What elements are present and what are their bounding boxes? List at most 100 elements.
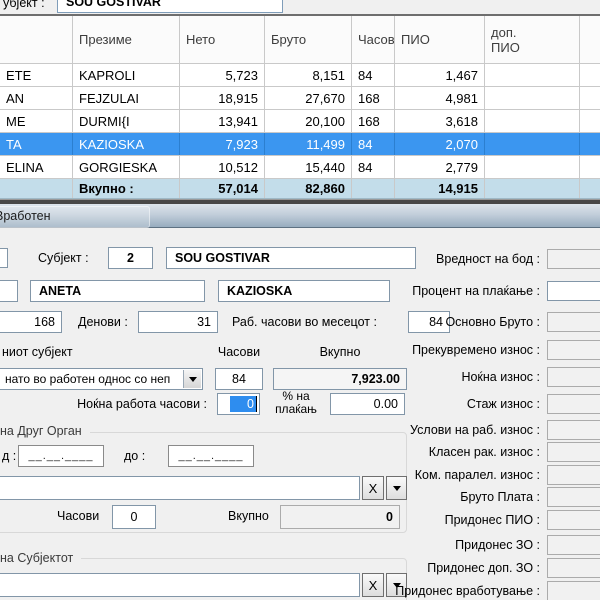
total-label: Вкупно : [73,179,180,198]
cell-hours: 168 [352,110,395,132]
total-pio: 14,915 [395,179,485,198]
total-hours [352,179,395,198]
table-row[interactable]: AN FEJZULAI 18,915 27,670 168 4,981 [0,87,600,110]
date-from-label: д : [2,449,16,463]
cell-hours: 84 [352,156,395,178]
additional-health-contribution-field [547,558,600,578]
total-bruto: 82,860 [265,179,352,198]
header-hours[interactable]: Часов [352,16,395,63]
payroll-app-window: убјект : SOU GOSTIVAR Презиме Нето Бруто… [0,0,600,600]
days-label: Денови : [78,315,128,329]
right-field-label: Стаж износ : [350,397,540,411]
employee-table: Презиме Нето Бруто Часов ПИО доп. ПИО ET… [0,16,600,199]
right-field-label: Прекувремено износ : [350,343,540,357]
right-field-label: Придонес доп. ЗО : [350,561,540,575]
other-organ-combobox[interactable] [0,476,360,500]
cell-hours: 168 [352,87,395,109]
work-relation-combobox[interactable]: нато во работен однос со неп [0,368,203,390]
night-hours-field[interactable]: 0 [217,393,260,415]
days-field[interactable]: 31 [138,311,218,333]
header-first-name[interactable] [0,16,73,63]
clipped-field-fragment[interactable] [0,280,18,302]
selected-text: 0 [230,396,256,412]
cell-dop-pio [485,156,580,178]
header-neto[interactable]: Нето [180,16,265,63]
header-pio[interactable]: ПИО [395,16,485,63]
date-to-field[interactable]: __.__.____ [168,445,254,467]
right-field-label: Бруто Плата : [350,490,540,504]
cell-first-name: ELINA [0,156,73,178]
right-field-label: Процент на плаќање : [350,284,540,298]
table-row[interactable]: ETE KAPROLI 5,723 8,151 84 1,467 [0,64,600,87]
cell-dop-pio [485,110,580,132]
subject-label: Субјект : [38,251,89,265]
cell-neto: 7,923 [180,133,265,155]
cell-surname: KAPROLI [73,64,180,86]
other-total-label: Вкупно [228,509,269,523]
other-hours-field[interactable]: 0 [112,505,156,529]
value-of-point-field [547,249,600,269]
text-cursor [256,396,257,412]
class-head-amount-field [547,442,600,462]
relation-label-fragment: ниот субјект [2,345,73,359]
right-field-label: Вредност на бод : [350,252,540,266]
right-field-label: Основно Бруто : [350,315,540,329]
tab-employee[interactable]: Вработен [0,209,51,223]
right-field-label: Придонес ПИО : [350,513,540,527]
right-field-label: Придонес ЗО : [350,538,540,552]
first-name-field[interactable]: ANETA [30,280,205,302]
subject-code-field[interactable]: 2 [108,247,153,269]
gross-salary-field [547,487,600,507]
cell-surname: KAZIOSKA [73,133,180,155]
pct-pay-label: % на плаќањ [267,390,325,416]
subject-combobox[interactable] [0,573,360,597]
right-field-label: Ноќна износ : [350,370,540,384]
pay-percent-field[interactable] [547,281,600,301]
other-hours-label: Часови [57,509,99,523]
cell-bruto: 20,100 [265,110,352,132]
employee-tab-bar: Вработен [0,204,600,228]
cell-neto: 5,723 [180,64,265,86]
cell-bruto: 8,151 [265,64,352,86]
cell-first-name: TA [0,133,73,155]
cell-dop-pio [485,64,580,86]
cell-pio: 3,618 [395,110,485,132]
employment-contribution-field [547,581,600,600]
cell-surname: DURMI{I [73,110,180,132]
header-cut-column [580,16,600,63]
cell-neto: 13,941 [180,110,265,132]
overtime-amount-field [547,340,600,360]
date-from-field[interactable]: __.__.____ [18,445,104,467]
other-organ-group-title: на Друг Орган [0,424,90,438]
night-work-label: Ноќна работа часови : [60,397,207,411]
cell-bruto: 11,499 [265,133,352,155]
header-bruto[interactable]: Бруто [265,16,352,63]
night-amount-field [547,367,600,387]
header-dop-pio[interactable]: доп. ПИО [485,16,580,63]
relation-hours-field[interactable]: 84 [215,368,263,390]
subject-label-fragment: убјект : [3,0,45,10]
seniority-amount-field [547,394,600,414]
cell-neto: 18,915 [180,87,265,109]
cell-first-name: ME [0,110,73,132]
cell-pio: 1,467 [395,64,485,86]
clipped-hours-field[interactable]: 168 [0,311,62,333]
cell-surname: FEJZULAI [73,87,180,109]
hours-column-header: Часови [214,345,264,359]
clipped-field-fragment[interactable] [0,248,8,268]
table-row[interactable]: ELINA GORGIESKA 10,512 15,440 84 2,779 [0,156,600,179]
subject-group-title: на Субјектот [0,551,81,565]
cell-hours: 84 [352,64,395,86]
table-total-row: Вкупно : 57,014 82,860 14,915 [0,179,600,199]
chevron-down-icon[interactable] [183,370,201,388]
subject-name-field-top[interactable]: SOU GOSTIVAR [57,0,283,13]
total-dop-pio [485,179,580,198]
combined-parallel-amount-field [547,465,600,485]
right-field-label: Ком. паралел. износ : [350,468,540,482]
cell-pio: 4,981 [395,87,485,109]
table-row[interactable]: ME DURMI{I 13,941 20,100 168 3,618 [0,110,600,133]
employee-form: Субјект : 2 SOU GOSTIVAR ANETA KAZIOSKA … [0,228,600,600]
header-surname[interactable]: Презиме [73,16,180,63]
table-row-selected[interactable]: TA KAZIOSKA 7,923 11,499 84 2,070 [0,133,600,156]
cell-bruto: 15,440 [265,156,352,178]
